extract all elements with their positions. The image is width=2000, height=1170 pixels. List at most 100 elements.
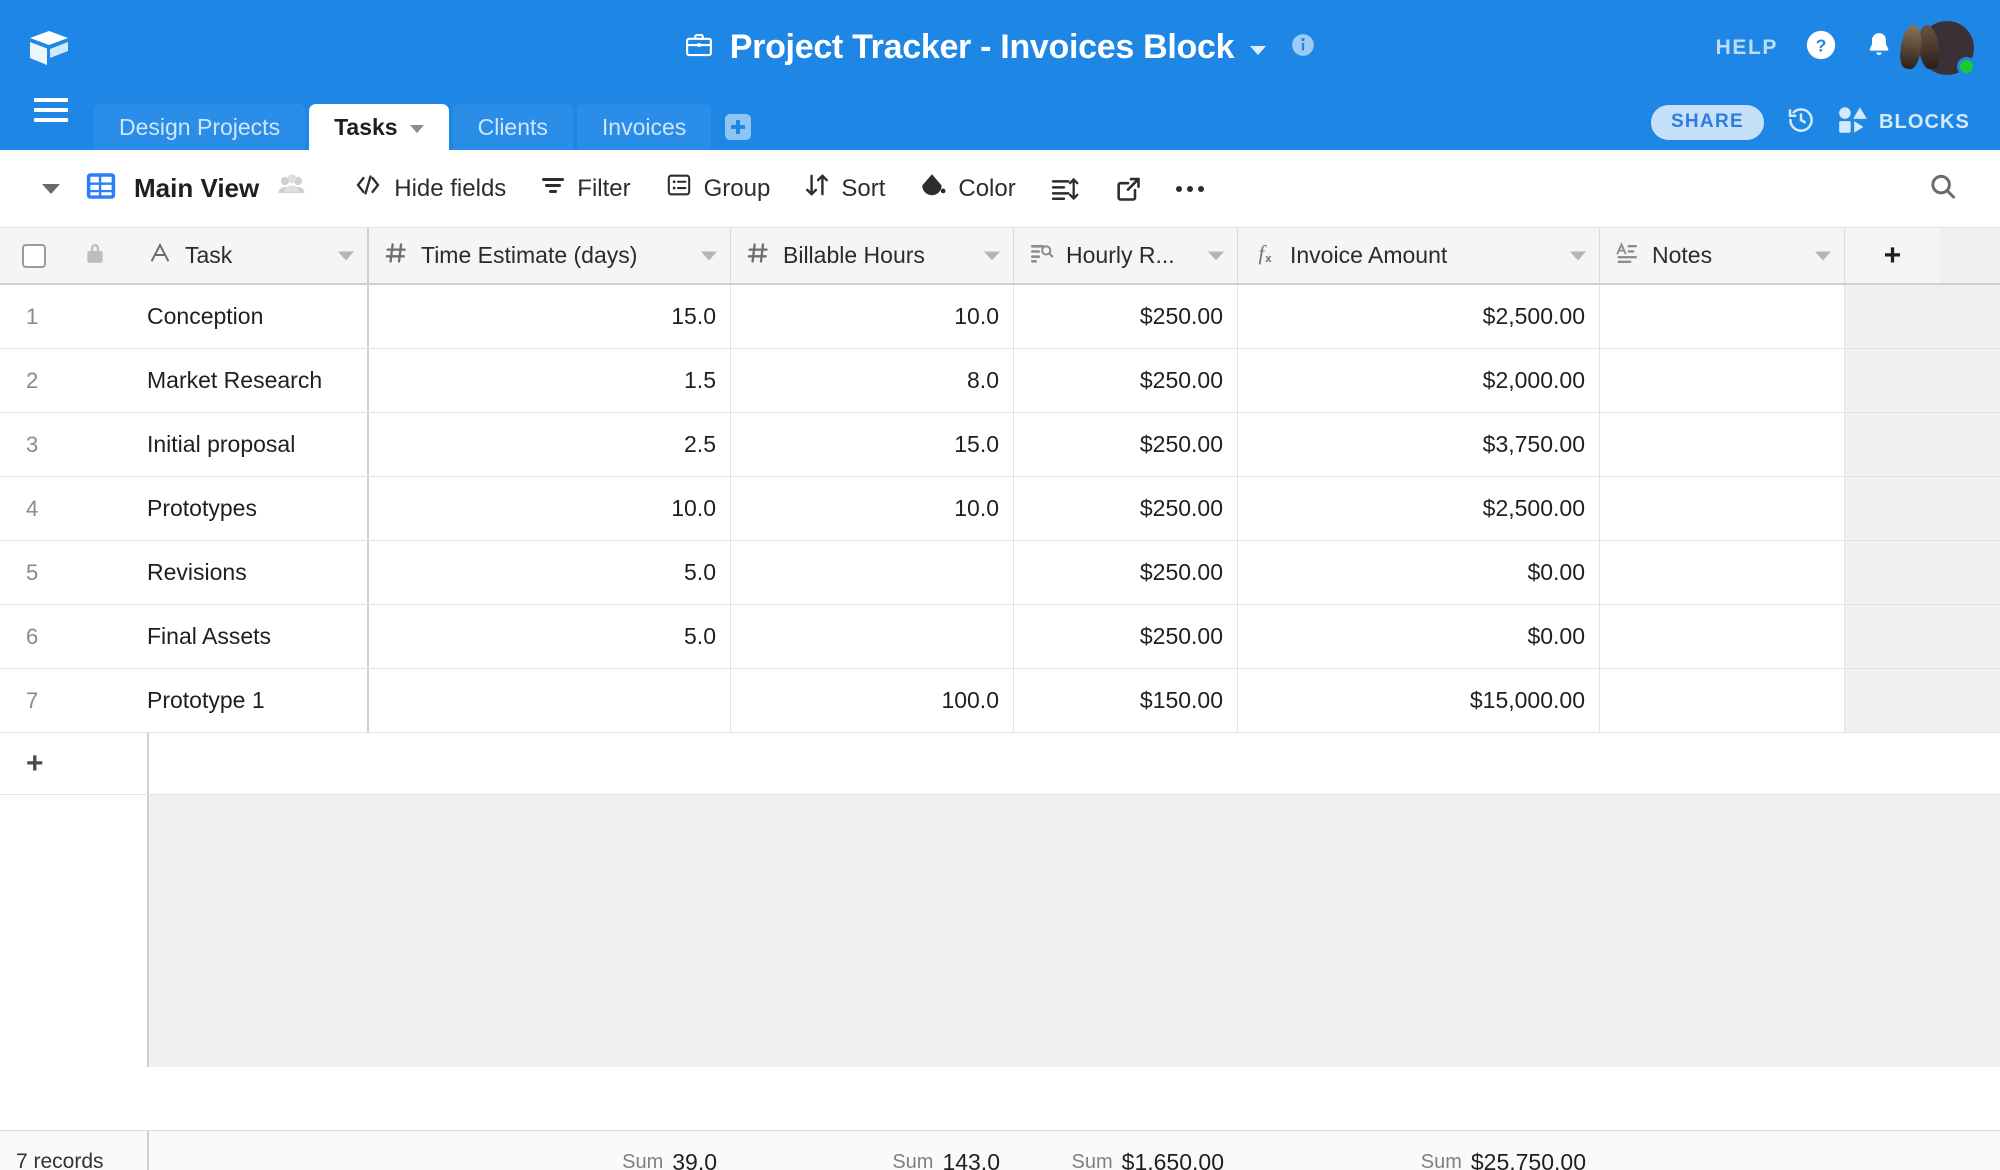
cell-notes[interactable] xyxy=(1600,669,1845,732)
chevron-down-icon[interactable] xyxy=(409,124,424,133)
cell-task[interactable]: Prototypes xyxy=(147,477,369,540)
summary-invoice-amount[interactable]: Sum $25,750.00 xyxy=(1238,1131,1600,1170)
external-link-icon[interactable] xyxy=(1114,175,1142,203)
tab-tasks[interactable]: Tasks xyxy=(309,104,449,150)
column-header-invoice-amount[interactable]: f x Invoice Amount xyxy=(1238,228,1600,283)
cell-time-estimate[interactable]: 10.0 xyxy=(369,477,731,540)
cell-notes[interactable] xyxy=(1600,477,1845,540)
cell-invoice-amount[interactable]: $15,000.00 xyxy=(1238,669,1600,732)
cell-hourly-rate[interactable]: $250.00 xyxy=(1014,349,1238,412)
cell-time-estimate[interactable]: 1.5 xyxy=(369,349,731,412)
table-row[interactable]: 7 Prototype 1 100.0 $150.00 $15,000.00 xyxy=(0,669,2000,733)
cell-time-estimate[interactable] xyxy=(369,669,731,732)
cell-notes[interactable] xyxy=(1600,285,1845,348)
summary-billable-hours[interactable]: Sum 143.0 xyxy=(731,1131,1014,1170)
summary-time-estimate[interactable]: Sum 39.0 xyxy=(369,1131,731,1170)
view-sidebar-toggle-icon[interactable] xyxy=(42,183,60,194)
summary-hourly-rate[interactable]: Sum $1,650.00 xyxy=(1014,1131,1238,1170)
cell-hourly-rate[interactable]: $250.00 xyxy=(1014,541,1238,604)
cell-task[interactable]: Market Research xyxy=(147,349,369,412)
chevron-down-icon[interactable] xyxy=(1570,251,1586,260)
chevron-down-icon[interactable] xyxy=(1815,251,1831,260)
view-name[interactable]: Main View xyxy=(134,173,259,204)
airtable-cube-logo[interactable] xyxy=(26,25,72,71)
table-row[interactable]: 3 Initial proposal 2.5 15.0 $250.00 $3,7… xyxy=(0,413,2000,477)
cell-notes[interactable] xyxy=(1600,413,1845,476)
history-clock-icon[interactable] xyxy=(1786,105,1816,140)
table-row[interactable]: 1 Conception 15.0 10.0 $250.00 $2,500.00 xyxy=(0,285,2000,349)
cell-time-estimate[interactable]: 2.5 xyxy=(369,413,731,476)
blocks-button[interactable]: BLOCKS xyxy=(1838,107,1970,138)
chevron-down-icon[interactable] xyxy=(1208,251,1224,260)
cell-invoice-amount[interactable]: $3,750.00 xyxy=(1238,413,1600,476)
chevron-down-icon[interactable] xyxy=(338,251,354,260)
sort-button[interactable]: Sort xyxy=(804,172,885,205)
row-height-icon[interactable] xyxy=(1050,176,1080,202)
cell-invoice-amount[interactable]: $2,500.00 xyxy=(1238,477,1600,540)
color-button[interactable]: Color xyxy=(919,172,1016,205)
tab-clients[interactable]: Clients xyxy=(452,104,573,150)
chevron-down-icon[interactable] xyxy=(701,251,717,260)
column-header-billable-hours[interactable]: Billable Hours xyxy=(731,228,1014,283)
cell-hourly-rate[interactable]: $150.00 xyxy=(1014,669,1238,732)
cell-billable-hours[interactable]: 10.0 xyxy=(731,477,1014,540)
add-record-row[interactable]: + xyxy=(0,733,2000,795)
checkbox-icon[interactable] xyxy=(22,243,46,268)
cell-invoice-amount[interactable]: $2,000.00 xyxy=(1238,349,1600,412)
cell-task[interactable]: Prototype 1 xyxy=(147,669,369,732)
group-button[interactable]: Group xyxy=(665,172,770,205)
chevron-down-icon[interactable] xyxy=(1250,46,1267,55)
add-field-button[interactable]: + xyxy=(1845,228,1940,283)
filter-button[interactable]: Filter xyxy=(540,173,631,204)
collaborators-icon[interactable] xyxy=(277,173,307,204)
cell-hourly-rate[interactable]: $250.00 xyxy=(1014,285,1238,348)
cell-task[interactable]: Revisions xyxy=(147,541,369,604)
cell-time-estimate[interactable]: 5.0 xyxy=(369,541,731,604)
add-table-button[interactable] xyxy=(715,104,761,150)
cell-billable-hours[interactable] xyxy=(731,605,1014,668)
tab-label: Tasks xyxy=(334,113,398,140)
cell-billable-hours[interactable]: 15.0 xyxy=(731,413,1014,476)
table-row[interactable]: 2 Market Research 1.5 8.0 $250.00 $2,000… xyxy=(0,349,2000,413)
column-header-task[interactable]: Task xyxy=(147,228,369,283)
cell-billable-hours[interactable]: 10.0 xyxy=(731,285,1014,348)
chevron-down-icon[interactable] xyxy=(984,251,1000,260)
more-horizontal-icon[interactable] xyxy=(1175,185,1204,192)
cell-hourly-rate[interactable]: $250.00 xyxy=(1014,477,1238,540)
cell-notes[interactable] xyxy=(1600,605,1845,668)
cell-task[interactable]: Initial proposal xyxy=(147,413,369,476)
bell-icon[interactable] xyxy=(1864,29,1894,66)
hide-fields-button[interactable]: Hide fields xyxy=(353,173,506,204)
table-row[interactable]: 5 Revisions 5.0 $250.00 $0.00 xyxy=(0,541,2000,605)
cell-billable-hours[interactable]: 8.0 xyxy=(731,349,1014,412)
cell-hourly-rate[interactable]: $250.00 xyxy=(1014,413,1238,476)
cell-task[interactable]: Final Assets xyxy=(147,605,369,668)
cell-invoice-amount[interactable]: $0.00 xyxy=(1238,605,1600,668)
info-circle-icon[interactable] xyxy=(1290,32,1316,63)
help-label[interactable]: HELP xyxy=(1716,36,1778,60)
tab-invoices[interactable]: Invoices xyxy=(576,104,712,150)
cell-notes[interactable] xyxy=(1600,541,1845,604)
column-header-time-estimate[interactable]: Time Estimate (days) xyxy=(369,228,731,283)
column-header-notes[interactable]: Notes xyxy=(1600,228,1845,283)
plus-icon[interactable]: + xyxy=(0,733,147,794)
table-row[interactable]: 6 Final Assets 5.0 $250.00 $0.00 xyxy=(0,605,2000,669)
cell-notes[interactable] xyxy=(1600,349,1845,412)
search-icon[interactable] xyxy=(1928,171,1958,206)
tab-design-projects[interactable]: Design Projects xyxy=(94,104,306,150)
cell-invoice-amount[interactable]: $2,500.00 xyxy=(1238,285,1600,348)
add-record-row-body[interactable] xyxy=(147,733,1440,794)
cell-invoice-amount[interactable]: $0.00 xyxy=(1238,541,1600,604)
cell-hourly-rate[interactable]: $250.00 xyxy=(1014,605,1238,668)
question-circle-icon[interactable]: ? xyxy=(1804,28,1838,67)
cell-task[interactable]: Conception xyxy=(147,285,369,348)
column-header-hourly-rate[interactable]: Hourly R... xyxy=(1014,228,1238,283)
avatar[interactable] xyxy=(1898,20,1976,76)
share-button[interactable]: SHARE xyxy=(1650,105,1764,140)
hamburger-menu-icon[interactable] xyxy=(34,82,68,137)
cell-billable-hours[interactable]: 100.0 xyxy=(731,669,1014,732)
cell-time-estimate[interactable]: 5.0 xyxy=(369,605,731,668)
cell-time-estimate[interactable]: 15.0 xyxy=(369,285,731,348)
cell-billable-hours[interactable] xyxy=(731,541,1014,604)
table-row[interactable]: 4 Prototypes 10.0 10.0 $250.00 $2,500.00 xyxy=(0,477,2000,541)
